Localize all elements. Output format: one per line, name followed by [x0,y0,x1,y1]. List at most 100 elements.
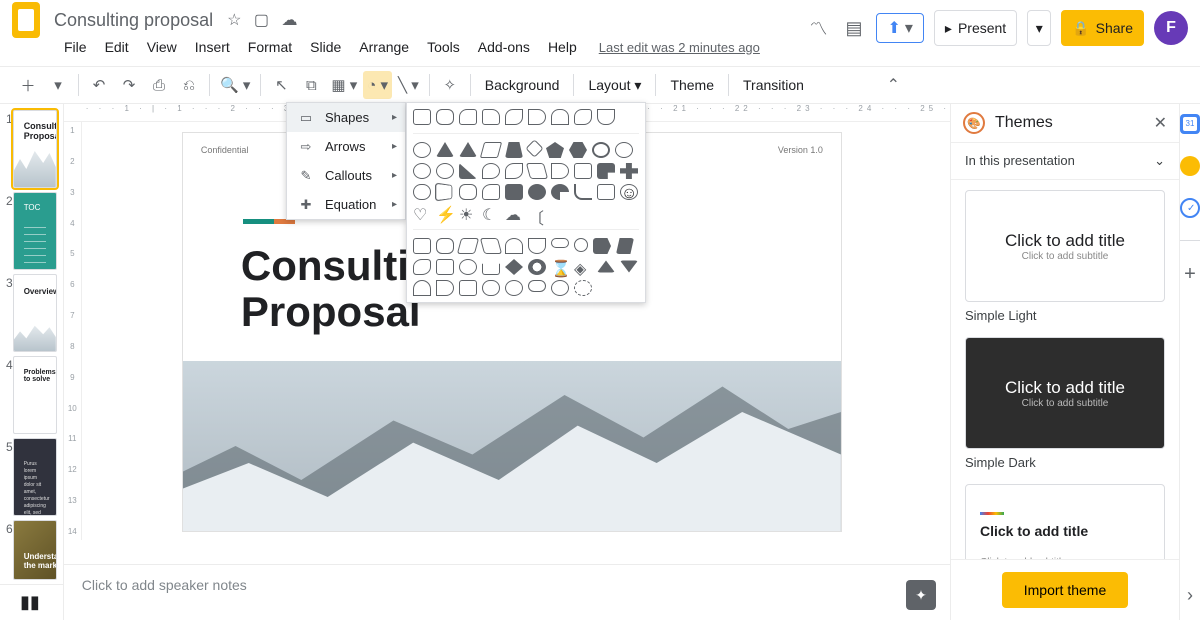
themes-section-toggle[interactable]: In this presentation⌄ [951,142,1179,180]
shape-triangle[interactable] [436,142,454,157]
shape-donut[interactable] [528,184,546,200]
theme-card-streamline[interactable]: Click to add title Click to add subtitle [965,484,1165,559]
shape-smiley[interactable]: ☺ [620,184,638,200]
shape-heart[interactable]: ♡ [413,205,431,221]
filmstrip-view-icon[interactable]: ▮▮ [20,592,40,613]
shape-can[interactable] [413,184,431,200]
undo-button[interactable]: ↶ [85,71,113,99]
menu-edit[interactable]: Edit [97,37,137,57]
shape-flow25[interactable] [505,280,523,296]
shape-flow6[interactable] [528,238,546,254]
shape-flow18[interactable]: ◈ [574,259,592,275]
thumbnail-slide-2[interactable]: TOC [13,192,57,270]
shape-oval[interactable] [413,142,431,158]
shape-flow21[interactable] [413,280,431,296]
shape-arc[interactable] [574,184,592,200]
shape-snip2[interactable] [482,109,500,125]
shape-chord[interactable] [505,163,523,179]
menu-file[interactable]: File [56,37,95,57]
shape-circle7[interactable] [592,142,610,158]
background-button[interactable]: Background [477,77,568,93]
shape-roundrect[interactable] [436,109,454,125]
shape-plus[interactable] [620,163,638,179]
shape-pie[interactable] [551,184,569,200]
new-slide-button[interactable]: ＋ [14,71,42,99]
add-addon-icon[interactable]: + [1180,263,1200,283]
shape-flow13[interactable] [459,259,477,275]
shape-para[interactable] [480,142,502,158]
shape-rect[interactable] [413,109,431,125]
shape-flow11[interactable] [413,259,431,275]
shape-snipdiag[interactable] [505,109,523,125]
layout-button[interactable]: Layout ▾ [580,77,649,94]
thumbnail-slide-4[interactable]: Problems to solve [13,356,57,434]
shape-roundtop[interactable] [551,109,569,125]
activity-icon[interactable]: 〽 [805,11,831,45]
shape-flow26[interactable] [528,280,546,292]
shape-flow14[interactable] [482,259,500,275]
star-icon[interactable]: ☆ [227,12,241,29]
explore-button[interactable]: ✦ [906,580,936,610]
menu-help[interactable]: Help [540,37,585,57]
hide-sidepanel-icon[interactable]: › [1187,585,1193,606]
shape-flow7[interactable] [551,238,569,248]
comments-icon[interactable]: ▤ [841,14,866,43]
document-name[interactable]: Consulting proposal [54,10,213,31]
shape-cloud[interactable]: ☁ [505,205,523,221]
thumbnail-slide-5[interactable]: Purus lorem ipsum dolor sit amet, consec… [13,438,57,516]
shape-flow28[interactable] [574,280,592,296]
tasks-icon[interactable]: ✓ [1180,198,1200,218]
shape-roundbot[interactable] [597,109,615,125]
shape-fold[interactable] [482,184,500,200]
shape-lshape[interactable] [597,163,615,179]
textbox-tool[interactable]: ⧉ [297,71,325,99]
shape-block[interactable] [597,184,615,200]
shape-frame[interactable] [574,163,592,179]
comment-tool[interactable]: ✧ [436,71,464,99]
move-icon[interactable]: ▢ [254,12,269,29]
shape-circle12[interactable] [436,163,454,179]
shape-bracket[interactable]: 〔 [528,205,546,221]
shape-menu-equation[interactable]: ✚Equation▸ [287,190,405,219]
zoom-button[interactable]: 🔍 ▾ [216,71,254,99]
image-tool[interactable]: ▦ ▾ [327,71,361,99]
menu-view[interactable]: View [139,37,185,57]
shape-flow12[interactable] [436,259,454,275]
shape-flow1[interactable] [413,238,431,254]
shape-rtriangle2[interactable] [459,163,477,179]
paint-format-button[interactable]: ⎌ [175,71,203,99]
slides-logo[interactable] [12,2,40,38]
shape-pent[interactable] [546,142,564,158]
shape-flow20[interactable] [620,261,638,273]
speaker-notes[interactable]: Click to add speaker notes ✦ [64,564,950,620]
thumbnail-slide-1[interactable]: Consulting Proposal [13,110,57,188]
last-edit-link[interactable]: Last edit was 2 minutes ago [599,40,760,55]
calendar-icon[interactable]: 31 [1180,114,1200,134]
shape-rtri[interactable] [459,142,477,157]
shape-flow3[interactable] [457,238,479,254]
slideshow-from-upload[interactable]: ⬆▾ [876,13,923,43]
select-tool[interactable]: ↖ [267,71,295,99]
shape-menu-shapes[interactable]: ▭Shapes▸ [287,103,405,132]
share-button[interactable]: 🔒 Share [1061,10,1144,46]
shape-flow17[interactable]: ⌛ [551,259,569,275]
shape-roundside[interactable] [528,109,546,125]
shape-flow27[interactable] [551,280,569,296]
shape-diamond[interactable] [525,139,543,157]
shape-moon[interactable]: ☾ [482,205,500,221]
present-button[interactable]: ▸ Present [934,10,1017,46]
redo-button[interactable]: ↷ [115,71,143,99]
shape-bolt[interactable]: ⚡ [436,205,454,221]
shape-flow16[interactable] [528,259,546,275]
thumbnail-slide-6[interactable]: Understanding the market [13,520,57,580]
shape-tear[interactable] [482,163,500,179]
menu-addons[interactable]: Add-ons [470,37,538,57]
present-options-button[interactable]: ▾ [1027,10,1051,46]
menu-arrange[interactable]: Arrange [351,37,417,57]
collapse-toolbar-icon[interactable]: ⌃ [887,75,900,95]
account-avatar[interactable]: F [1154,11,1188,45]
print-button[interactable]: ⎙ [145,71,173,99]
theme-button[interactable]: Theme [662,77,722,93]
import-theme-button[interactable]: Import theme [1002,572,1128,608]
new-slide-dropdown[interactable]: ▾ [44,71,72,99]
